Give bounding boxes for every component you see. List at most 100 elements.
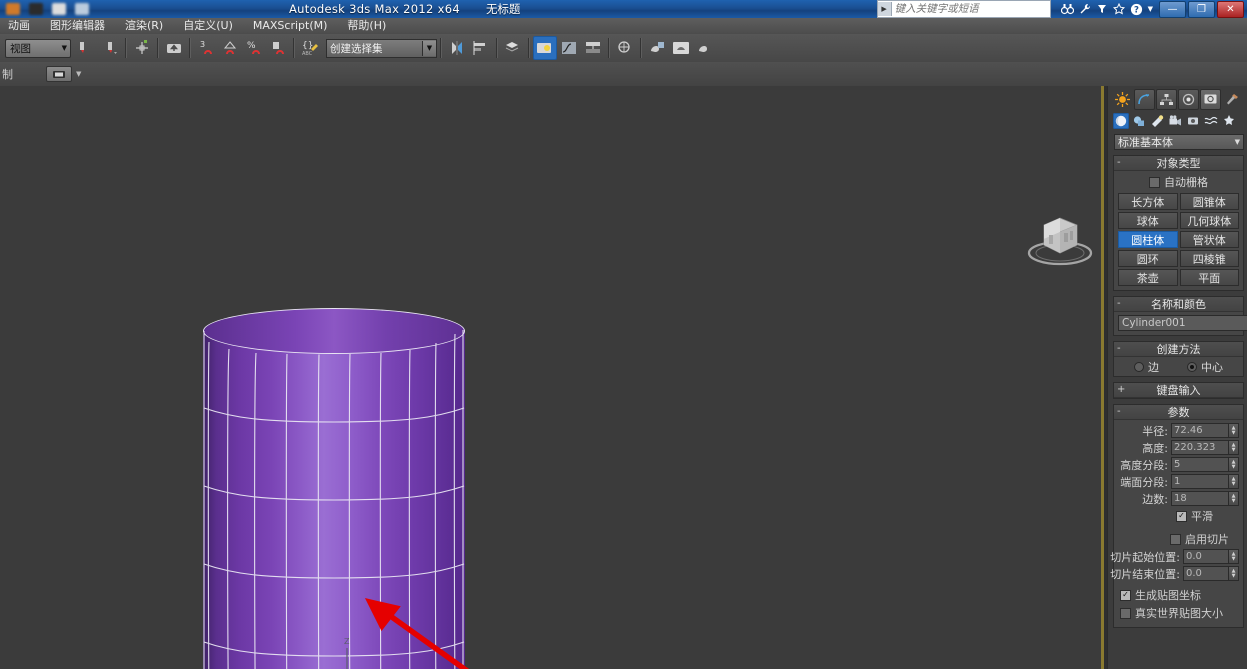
btn-pyramid[interactable]: 四棱锥 (1179, 250, 1239, 267)
rollout-toggle-icon[interactable]: - (1117, 406, 1121, 417)
generate-mapping-row[interactable]: ✓ 生成贴图坐标 (1118, 587, 1239, 603)
info-center-search[interactable]: ▶ (876, 0, 1051, 18)
rollout-toggle-icon[interactable]: - (1117, 298, 1121, 309)
chevron-down-icon[interactable]: ▼ (76, 70, 81, 78)
radius-spin-buttons[interactable]: ▲ ▼ (1229, 423, 1239, 438)
help-dropdown-icon[interactable]: ▼ (1148, 5, 1153, 13)
minimize-button[interactable]: — (1159, 0, 1186, 18)
menu-rendering[interactable]: 渲染(R) (115, 18, 173, 34)
slice-from-spin-buttons[interactable]: ▲ ▼ (1229, 549, 1239, 564)
autogrid-checkbox[interactable] (1149, 176, 1160, 188)
height-segments-spinner[interactable]: ▲▼ (1171, 457, 1239, 472)
tab-utilities[interactable] (1222, 89, 1243, 110)
object-name-input[interactable] (1118, 315, 1247, 331)
tab-display[interactable] (1200, 88, 1221, 110)
named-selection-button[interactable]: {} ABC (298, 36, 322, 60)
btn-cone[interactable]: 圆锥体 (1179, 193, 1239, 210)
radio-center-box[interactable] (1187, 362, 1197, 372)
cap-segments-field[interactable] (1171, 474, 1229, 489)
autogrid-checkbox-row[interactable]: 自动栅格 (1118, 174, 1239, 190)
slice-to-spinner[interactable]: ▲▼ (1183, 566, 1239, 581)
maximize-button[interactable]: ❐ (1188, 0, 1215, 18)
radius-spinner[interactable]: ▲▼ (1171, 423, 1239, 438)
category-geometry[interactable] (1113, 113, 1129, 129)
curve-editor-button[interactable] (557, 36, 581, 60)
named-selection-set-dropdown[interactable]: 创建选择集 ▼ (326, 38, 437, 58)
material-editor-button[interactable] (533, 36, 557, 60)
menu-animation[interactable]: 动画 (0, 18, 40, 34)
btn-teapot[interactable]: 茶壶 (1118, 269, 1178, 286)
subscription-icon[interactable] (1096, 3, 1108, 15)
slice-on-row[interactable]: 启用切片 (1118, 531, 1239, 547)
radius-field[interactable] (1171, 423, 1229, 438)
qat-icon-app[interactable] (29, 3, 43, 15)
star-icon[interactable] (1112, 3, 1125, 15)
angle-snap-toggle-button[interactable] (218, 36, 242, 60)
tab-create[interactable] (1112, 89, 1133, 110)
menu-help[interactable]: 帮助(H) (337, 18, 396, 34)
schematic-view-button[interactable] (581, 36, 605, 60)
percent-snap-button[interactable]: % (242, 36, 266, 60)
mirror-button[interactable] (445, 36, 469, 60)
height-field[interactable] (1171, 440, 1229, 455)
view-cube[interactable] (1020, 211, 1100, 269)
btn-tube[interactable]: 管状体 (1179, 231, 1239, 248)
select-and-move-button[interactable] (130, 36, 154, 60)
snap-toggle-button[interactable] (74, 36, 98, 60)
category-shapes[interactable] (1131, 113, 1147, 129)
radio-edge[interactable]: 边 (1134, 359, 1159, 375)
radio-center[interactable]: 中心 (1187, 359, 1223, 375)
category-lights[interactable] (1149, 113, 1165, 129)
viewport-layout-dropdown[interactable] (46, 66, 72, 82)
select-and-link-button[interactable] (162, 36, 186, 60)
reference-coordinate-dropdown[interactable]: 视图 ▼ (5, 38, 71, 58)
btn-torus[interactable]: 圆环 (1118, 250, 1178, 267)
render-frame-window-button[interactable] (645, 36, 669, 60)
rollout-keyboard-entry-header[interactable]: + 键盘输入 (1114, 383, 1243, 398)
cap-segments-spin-buttons[interactable]: ▲ ▼ (1229, 474, 1239, 489)
sides-spinner[interactable]: ▲▼ (1171, 491, 1239, 506)
subcategory-dropdown[interactable]: 标准基本体 ▼ (1114, 134, 1244, 150)
binoculars-icon[interactable] (1060, 3, 1074, 15)
qat-icon-save[interactable] (52, 3, 66, 15)
rollout-toggle-icon[interactable]: - (1117, 343, 1121, 354)
height-spin-buttons[interactable]: ▲ ▼ (1229, 440, 1239, 455)
menu-graph-editors[interactable]: 图形编辑器 (40, 18, 115, 34)
sides-spin-buttons[interactable]: ▲ ▼ (1229, 491, 1239, 506)
sides-field[interactable] (1171, 491, 1229, 506)
smooth-row[interactable]: ✓ 平滑 (1118, 508, 1239, 524)
search-input[interactable] (891, 2, 1050, 16)
generate-mapping-checkbox[interactable]: ✓ (1120, 589, 1131, 601)
tab-modify[interactable] (1134, 88, 1155, 110)
real-world-size-row[interactable]: 真实世界贴图大小 (1118, 605, 1239, 621)
btn-sphere[interactable]: 球体 (1118, 212, 1178, 229)
qat-icon-undo[interactable] (75, 3, 89, 15)
radio-edge-box[interactable] (1134, 362, 1144, 372)
btn-plane[interactable]: 平面 (1179, 269, 1239, 286)
btn-cylinder[interactable]: 圆柱体 (1118, 231, 1178, 248)
height-spinner[interactable]: ▲▼ (1171, 440, 1239, 455)
tab-motion[interactable] (1178, 88, 1199, 110)
wrench-icon[interactable] (1079, 3, 1091, 15)
btn-geosphere[interactable]: 几何球体 (1179, 212, 1239, 229)
rollout-toggle-icon[interactable]: + (1117, 384, 1125, 395)
slice-to-field[interactable] (1183, 566, 1229, 581)
snaps-3d-button[interactable]: 3 (194, 36, 218, 60)
angle-snap-button[interactable] (98, 36, 122, 60)
render-production-button[interactable] (669, 36, 693, 60)
render-iterative-button[interactable] (693, 36, 717, 60)
quick-access-toolbar[interactable] (0, 0, 231, 18)
height-segments-field[interactable] (1171, 457, 1229, 472)
tab-hierarchy[interactable] (1156, 88, 1177, 110)
cap-segments-spinner[interactable]: ▲▼ (1171, 474, 1239, 489)
slice-from-spinner[interactable]: ▲▼ (1183, 549, 1239, 564)
viewport[interactable]: Z Y (0, 86, 1107, 669)
category-cameras[interactable] (1167, 113, 1183, 129)
height-segments-spin-buttons[interactable]: ▲ ▼ (1229, 457, 1239, 472)
slice-from-field[interactable] (1183, 549, 1229, 564)
btn-box[interactable]: 长方体 (1118, 193, 1178, 210)
render-setup-button[interactable] (613, 36, 637, 60)
real-world-size-checkbox[interactable] (1120, 607, 1131, 619)
rollout-object-type-header[interactable]: - 对象类型 (1114, 156, 1243, 171)
align-button[interactable] (469, 36, 493, 60)
